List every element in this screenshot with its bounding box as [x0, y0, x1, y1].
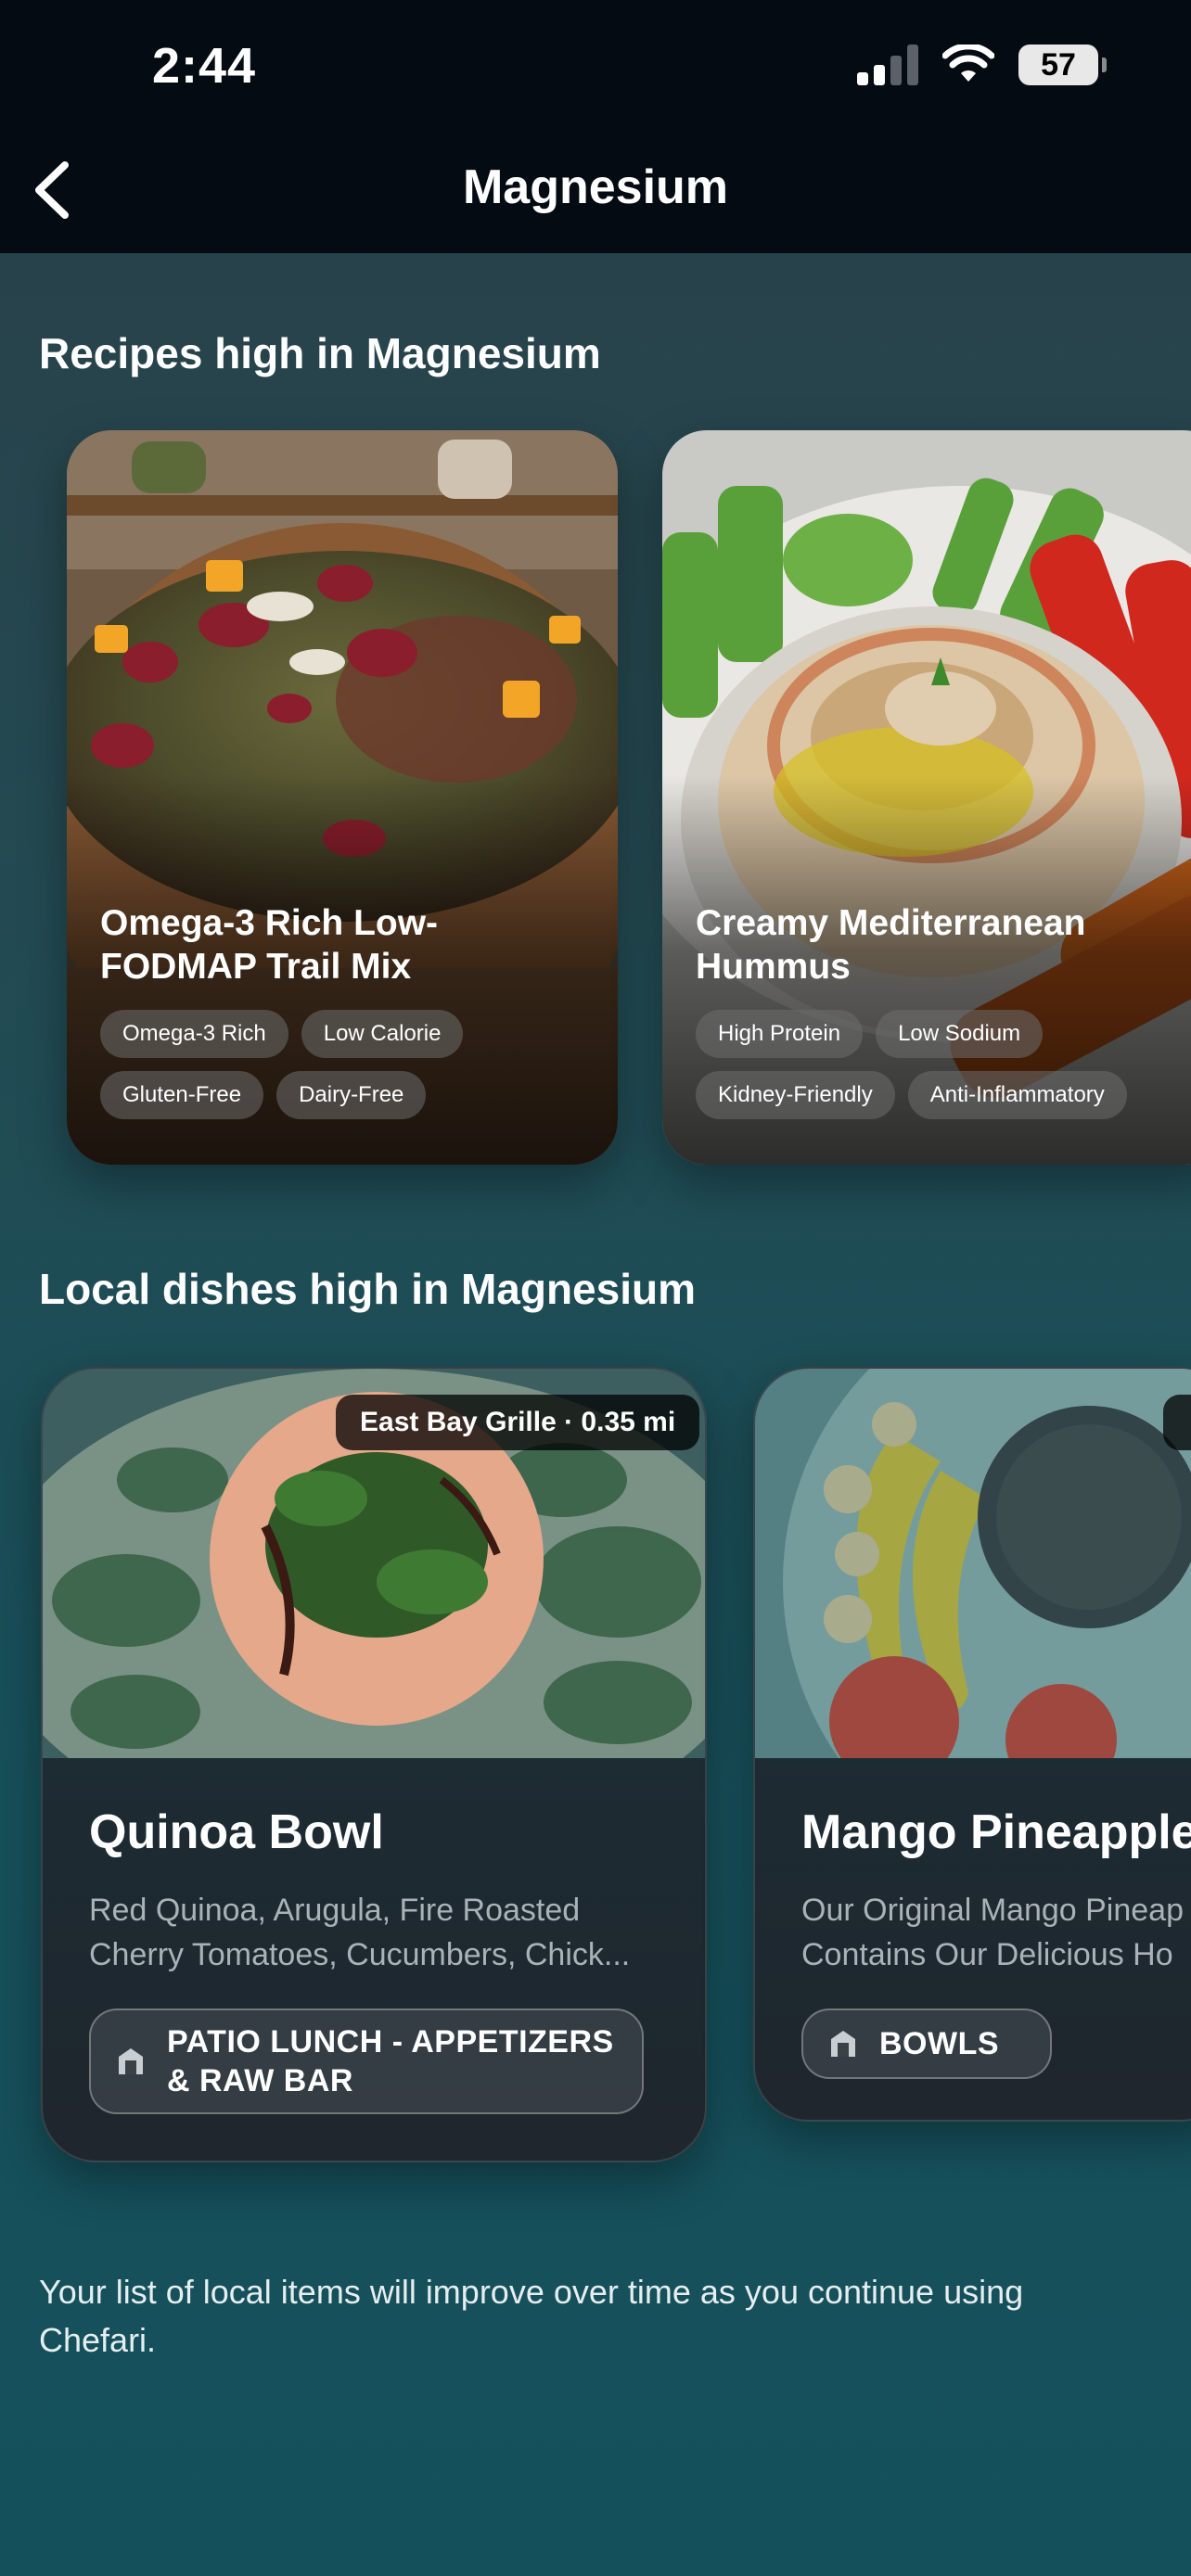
dish-description: Our Original Mango Pineap Contains Our D… [801, 1888, 1191, 1977]
recipe-name: Creamy Mediterranean Hummus [696, 903, 1086, 987]
dish-name: Mango Pineapple [801, 1805, 1191, 1859]
battery-icon: 57 [1018, 45, 1107, 85]
recipe-name: Omega-3 Rich Low-FODMAP Trail Mix [100, 903, 439, 987]
menu-section-label: PATIO LUNCH - APPETIZERS & RAW BAR [167, 2024, 614, 2098]
tag-chip: Low Calorie [301, 1010, 464, 1058]
dish-card[interactable]: Mango Pineapple Our Original Mango Pinea… [753, 1367, 1191, 2122]
menu-section-pill[interactable]: PATIO LUNCH - APPETIZERS & RAW BAR [89, 2009, 644, 2114]
dish-description: Red Quinoa, Arugula, Fire Roasted Cherry… [89, 1888, 683, 1977]
tag-row: High Protein Low Sodium [696, 1010, 1044, 1058]
recipes-section-title: Recipes high in Magnesium [39, 329, 601, 377]
restaurant-badge: East Bay Grille · 0.35 mi [336, 1395, 700, 1450]
dish-image-mango-pineapple [755, 1369, 1191, 1758]
menu-section-pill[interactable]: BOWLS [801, 2009, 1052, 2079]
recipe-card[interactable]: Creamy Mediterranean Hummus High Protein… [662, 430, 1191, 1165]
dish-card[interactable]: East Bay Grille · 0.35 mi Quinoa Bowl Re… [41, 1367, 707, 2162]
menu-section-label: BOWLS [879, 2026, 1000, 2061]
store-icon [831, 2031, 855, 2057]
tag-chip: Dairy-Free [276, 1071, 427, 1119]
dish-description-line: Red Quinoa, Arugula, Fire Roasted [89, 1893, 581, 1928]
top-bar: 2:44 57 Magnesium [0, 0, 1191, 253]
tag-chip: Anti-Inflammatory [907, 1071, 1127, 1119]
dish-description-line: Cherry Tomatoes, Cucumbers, Chick... [89, 1937, 631, 1972]
tag-chip: Kidney-Friendly [696, 1071, 895, 1119]
dish-description-line: Our Original Mango Pineap [801, 1893, 1185, 1928]
store-icon [119, 2048, 143, 2074]
tag-row: Omega-3 Rich Low Calorie [100, 1010, 464, 1058]
tag-chip: Gluten-Free [100, 1071, 264, 1119]
tag-row: Kidney-Friendly Anti-Inflammatory [696, 1071, 1127, 1119]
status-time: 2:44 [152, 38, 257, 94]
cellular-signal-icon [857, 45, 918, 85]
tag-chip: Omega-3 Rich [100, 1010, 288, 1058]
tag-row: Gluten-Free Dairy-Free [100, 1071, 427, 1119]
wifi-icon [942, 45, 994, 82]
dish-name: Quinoa Bowl [89, 1805, 384, 1859]
restaurant-badge [1163, 1395, 1191, 1450]
local-section-title: Local dishes high in Magnesium [39, 1265, 696, 1313]
footer-note: Your list of local items will improve ov… [39, 2273, 1024, 2359]
dish-description-line: Contains Our Delicious Ho [801, 1937, 1173, 1972]
status-icons: 57 [857, 45, 1107, 85]
tag-chip: Low Sodium [876, 1010, 1044, 1058]
recipe-card[interactable]: Omega-3 Rich Low-FODMAP Trail Mix Omega-… [67, 430, 618, 1165]
page-title: Magnesium [462, 160, 729, 214]
tag-chip: High Protein [696, 1010, 864, 1058]
